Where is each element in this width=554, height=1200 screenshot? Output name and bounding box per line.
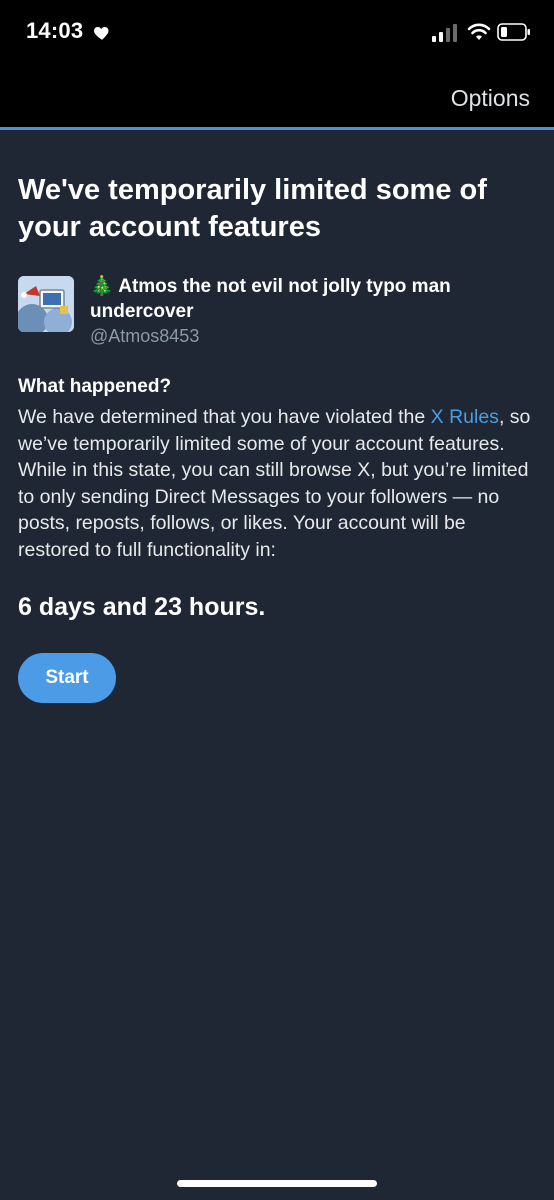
notice-body: We have determined that you have violate… bbox=[18, 404, 538, 563]
status-time: 14:03 bbox=[26, 18, 84, 43]
notice-body-start: We have determined that you have violate… bbox=[18, 406, 431, 428]
what-happened-heading: What happened? bbox=[18, 376, 172, 397]
notice-body-end: , so we’ve temporarily limited some of y… bbox=[18, 406, 531, 561]
account-handle: @Atmos8453 bbox=[90, 326, 200, 346]
start-button[interactable]: Start bbox=[18, 653, 116, 703]
options-button[interactable]: Options bbox=[451, 85, 530, 112]
restriction-countdown: 6 days and 23 hours. bbox=[18, 593, 266, 621]
status-bar: 14:03 bbox=[0, 0, 554, 68]
account-card: 🎄 Atmos the not evil not jolly typo man … bbox=[18, 274, 538, 354]
signal-icon bbox=[432, 24, 457, 42]
main-content: We've temporarily limited some of your a… bbox=[18, 130, 538, 703]
top-nav-bar: Options bbox=[0, 68, 554, 128]
home-indicator[interactable] bbox=[177, 1180, 377, 1187]
wifi-icon bbox=[467, 23, 491, 40]
avatar bbox=[18, 276, 74, 332]
x-rules-link[interactable]: X Rules bbox=[431, 406, 499, 428]
heart-icon bbox=[94, 27, 109, 40]
avatar-image-icon bbox=[18, 276, 74, 332]
account-display-name: 🎄 Atmos the not evil not jolly typo man … bbox=[90, 276, 451, 322]
page-title: We've temporarily limited some of your a… bbox=[18, 174, 487, 243]
battery-icon bbox=[497, 23, 530, 41]
